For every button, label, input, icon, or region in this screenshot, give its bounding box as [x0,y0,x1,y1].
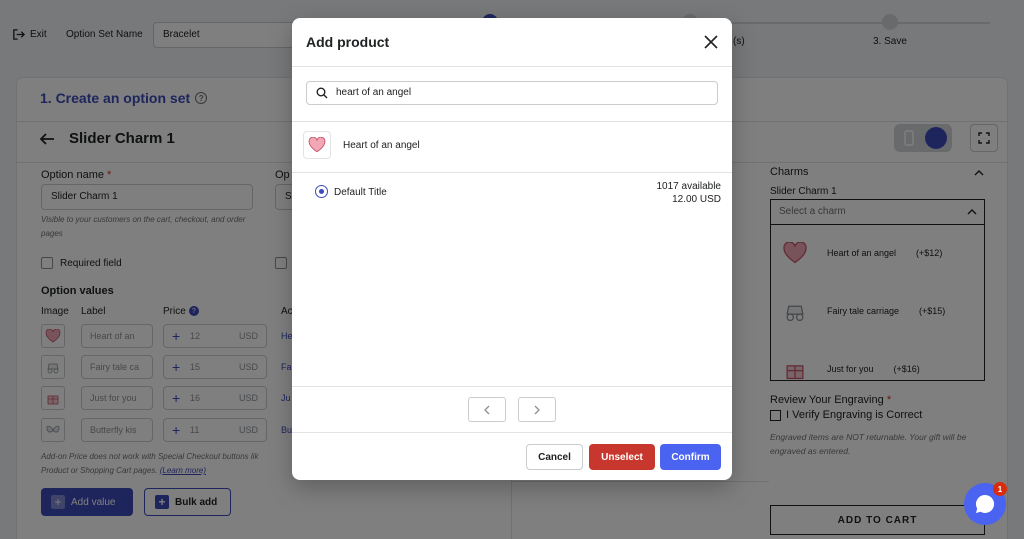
variant-available: 1017 available [656,181,722,192]
divider [292,66,732,67]
confirm-button[interactable]: Confirm [660,444,721,470]
heart-charm-icon [308,137,326,153]
prev-page-button[interactable] [468,397,506,422]
modal-title: Add product [306,34,390,50]
search-value: heart of an angel [336,87,412,98]
cancel-button[interactable]: Cancel [526,444,583,470]
variant-radio[interactable] [315,185,328,198]
next-page-button[interactable] [518,397,556,422]
variant-price: 12.00 USD [672,194,721,205]
product-row[interactable]: Heart of an angel [292,122,732,172]
product-thumbnail [303,131,331,159]
product-search-input[interactable]: heart of an angel [306,81,718,105]
divider [292,386,732,387]
search-icon [316,87,328,99]
variant-name: Default Title [334,187,387,198]
chevron-left-icon [484,405,490,414]
chat-bubble-icon [975,494,995,513]
unselect-button[interactable]: Unselect [589,444,655,470]
divider [292,432,732,433]
chevron-right-icon [534,405,540,414]
chat-notification-badge: 1 [993,482,1007,496]
variant-stock: 1017 available 12.00 USD [657,180,722,206]
close-icon[interactable] [703,34,719,50]
add-product-modal: Add product heart of an angel Heart of a… [292,18,732,480]
variant-row[interactable]: Default Title 1017 available 12.00 USD [292,172,732,212]
product-name: Heart of an angel [343,140,420,151]
